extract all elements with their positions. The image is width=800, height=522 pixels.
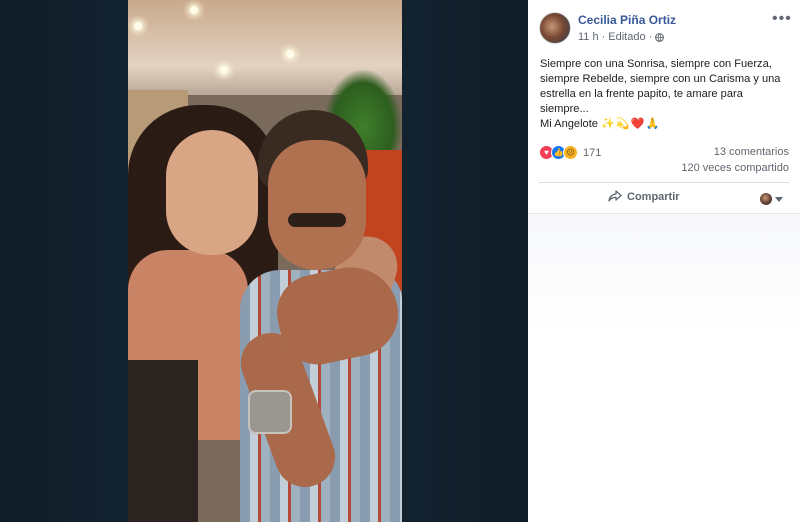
photo-watch — [248, 390, 292, 434]
share-label: Compartir — [627, 190, 680, 203]
post-text-line: siempre Rebelde, siempre con un Carisma … — [540, 73, 781, 85]
post-time[interactable]: 11 h — [578, 31, 599, 43]
globe-icon[interactable] — [655, 32, 665, 42]
edited-label[interactable]: Editado — [608, 31, 645, 43]
photo-ceiling-light — [220, 66, 228, 74]
post-text-line-last: Mi Angelote ✨💫❤️🙏 — [540, 117, 792, 132]
meta-separator: · — [601, 31, 606, 43]
post-photo[interactable] — [128, 0, 402, 522]
author-name[interactable]: Cecilia Piña Ortiz — [578, 13, 676, 27]
post-panel: Cecilia Piña Ortiz 11 h · Editado · ••• … — [528, 0, 800, 522]
shares-count[interactable]: 120 veces compartido — [681, 162, 789, 174]
post-text-line: Siempre con una Sonrisa, siempre con Fue… — [540, 58, 772, 70]
share-arrow-icon — [608, 190, 622, 202]
post-meta: 11 h · Editado · — [578, 31, 665, 43]
post-text: Siempre con una Sonrisa, siempre con Fue… — [540, 57, 792, 132]
post-text-line: estrella en la frente papito, te amare p… — [540, 88, 743, 115]
share-button[interactable]: Compartir — [608, 190, 680, 203]
photo-man-face — [268, 140, 366, 270]
comments-area — [528, 214, 800, 522]
author-avatar[interactable] — [539, 12, 571, 44]
meta-separator: · — [648, 31, 653, 43]
mini-avatar-icon — [760, 193, 772, 205]
sad-reaction-icon[interactable]: ☹ — [563, 145, 578, 160]
post-emojis: ✨💫❤️🙏 — [601, 118, 661, 130]
audience-selector[interactable] — [760, 193, 783, 205]
chevron-down-icon — [775, 196, 783, 202]
photo-woman-lower — [128, 360, 198, 522]
photo-woman-face — [166, 130, 258, 255]
photo-ceiling-light — [134, 22, 142, 30]
more-options-icon[interactable]: ••• — [772, 10, 792, 28]
reaction-count[interactable]: 171 — [583, 147, 601, 159]
photo-viewer — [0, 0, 528, 522]
photo-ceiling-light — [190, 6, 198, 14]
comments-count[interactable]: 13 comentarios — [714, 146, 789, 158]
photo-man-mustache — [288, 213, 346, 227]
reactions-summary[interactable]: ♥ 👍 ☹ 171 — [539, 145, 601, 160]
divider — [539, 182, 789, 183]
post-text-line: Mi Angelote — [540, 118, 598, 130]
photo-ceiling-light — [286, 50, 294, 58]
